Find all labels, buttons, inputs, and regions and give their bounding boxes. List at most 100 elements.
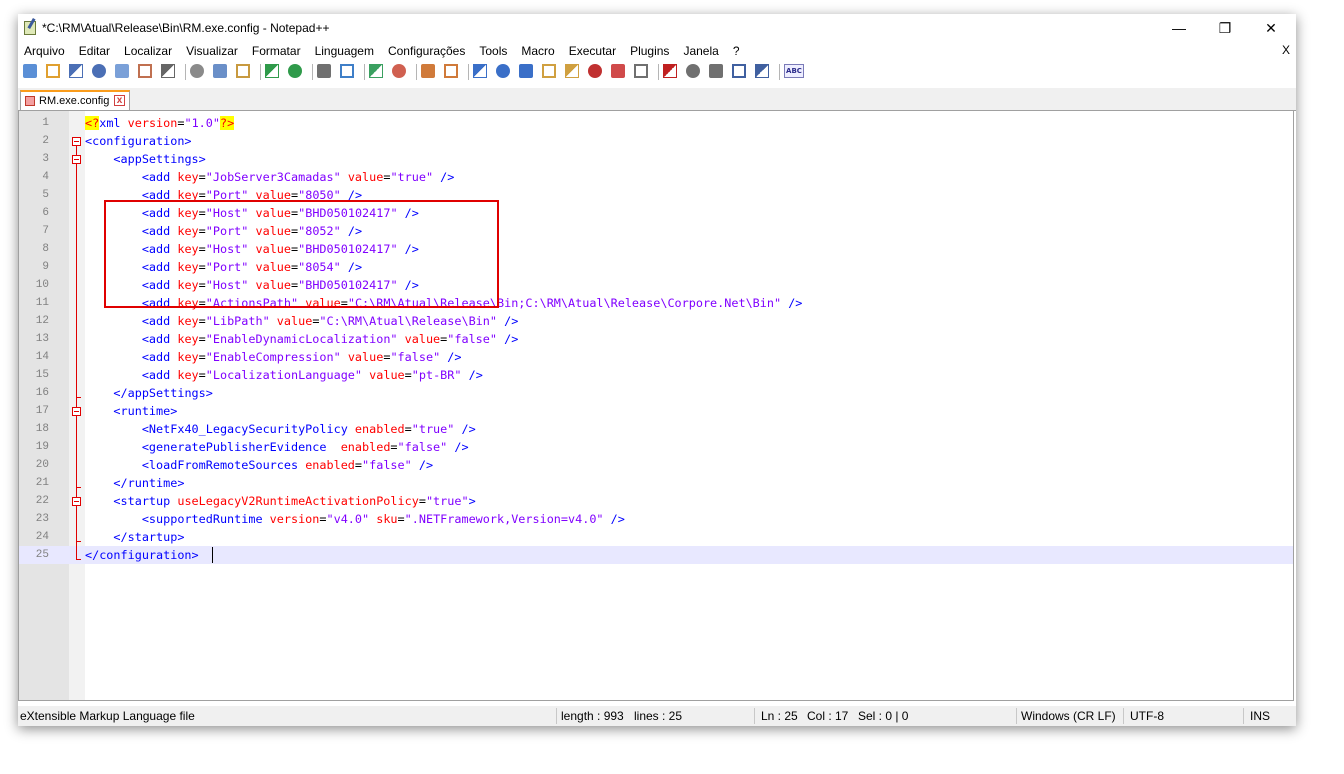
- menu-item[interactable]: Editar: [79, 42, 110, 61]
- title-bar[interactable]: *C:\RM\Atual\Release\Bin\RM.exe.config -…: [18, 14, 1296, 42]
- tab-rm-exe-config[interactable]: RM.exe.config x: [20, 90, 130, 110]
- code-token: =: [198, 314, 206, 328]
- menu-item[interactable]: Configurações: [388, 42, 465, 61]
- menu-item[interactable]: Linguagem: [315, 42, 374, 61]
- code-line[interactable]: 15 <add key="LocalizationLanguage" value…: [19, 366, 1293, 384]
- menu-item[interactable]: Macro: [521, 42, 554, 61]
- code-line[interactable]: 18 <NetFx40_LegacySecurityPolicy enabled…: [19, 420, 1293, 438]
- doc-map-icon[interactable]: [565, 64, 579, 78]
- menu-item[interactable]: ?: [733, 42, 740, 61]
- menu-item[interactable]: Visualizar: [186, 42, 238, 61]
- code-line[interactable]: 22 <startup useLegacyV2RuntimeActivation…: [19, 492, 1293, 510]
- indent-guide-icon[interactable]: [519, 64, 533, 78]
- code-token: value: [340, 170, 384, 184]
- menu-item[interactable]: Localizar: [124, 42, 172, 61]
- close-window-button[interactable]: ✕: [1248, 14, 1294, 42]
- menu-item[interactable]: Arquivo: [24, 42, 65, 61]
- code-line[interactable]: 20 <loadFromRemoteSources enabled="false…: [19, 456, 1293, 474]
- code-line[interactable]: 23 <supportedRuntime version="v4.0" sku=…: [19, 510, 1293, 528]
- zoom-in-icon[interactable]: [369, 64, 383, 78]
- folder-workspace-icon[interactable]: [611, 64, 625, 78]
- code-token: </configuration>: [85, 548, 199, 562]
- status-bar: eXtensible Markup Language file length :…: [18, 706, 1296, 726]
- replace-icon[interactable]: [340, 64, 354, 78]
- toolbar-separator: [364, 64, 365, 80]
- function-list-icon[interactable]: [588, 64, 602, 78]
- fold-toggle-appsettings[interactable]: [72, 155, 81, 164]
- print-icon[interactable]: [161, 64, 175, 78]
- code-line[interactable]: 4 <add key="JobServer3Camadas" value="tr…: [19, 168, 1293, 186]
- stop-record-icon[interactable]: [686, 64, 700, 78]
- minimize-button[interactable]: —: [1156, 14, 1202, 42]
- fold-toggle-startup[interactable]: [72, 497, 81, 506]
- record-macro-icon[interactable]: [663, 64, 677, 78]
- code-token: <add: [141, 170, 178, 184]
- code-token: <generatePublisherEvidence: [141, 440, 341, 454]
- open-file-icon[interactable]: [46, 64, 60, 78]
- close-icon[interactable]: [115, 64, 129, 78]
- find-icon[interactable]: [317, 64, 331, 78]
- menu-item[interactable]: Formatar: [252, 42, 301, 61]
- sync-vertical-icon[interactable]: [421, 64, 435, 78]
- lang-icon[interactable]: [542, 64, 556, 78]
- cut-icon[interactable]: [190, 64, 204, 78]
- code-line[interactable]: 21 </runtime>: [19, 474, 1293, 492]
- code-line[interactable]: 13 <add key="EnableDynamicLocalization" …: [19, 330, 1293, 348]
- sync-horizontal-icon[interactable]: [444, 64, 458, 78]
- play-macro-icon[interactable]: [709, 64, 723, 78]
- code-token: >: [468, 494, 476, 508]
- code-line[interactable]: 12 <add key="LibPath" value="C:\RM\Atual…: [19, 312, 1293, 330]
- code-line[interactable]: 24 </startup>: [19, 528, 1293, 546]
- code-token: </startup>: [113, 530, 185, 544]
- code-line[interactable]: 14 <add key="EnableCompression" value="f…: [19, 348, 1293, 366]
- tab-close-button[interactable]: x: [114, 95, 125, 106]
- code-line[interactable]: 25 </configuration>: [19, 546, 1293, 564]
- zoom-out-icon[interactable]: [392, 64, 406, 78]
- code-line[interactable]: 2 <configuration>: [19, 132, 1293, 150]
- code-token: sku: [369, 512, 398, 526]
- spell-check-icon[interactable]: ABC: [784, 64, 804, 78]
- code-token: />: [411, 458, 434, 472]
- save-macro-icon[interactable]: [755, 64, 769, 78]
- notepadpp-window: *C:\RM\Atual\Release\Bin\RM.exe.config -…: [18, 14, 1296, 726]
- code-line[interactable]: 16 </appSettings>: [19, 384, 1293, 402]
- line-number: 10: [35, 279, 49, 291]
- copy-icon[interactable]: [213, 64, 227, 78]
- code-editor[interactable]: 1 <?xml version="1.0"?> 2 <configuration> 3 …: [18, 111, 1294, 701]
- undo-icon[interactable]: [265, 64, 279, 78]
- code-token: "EnableCompression": [205, 350, 341, 364]
- save-icon[interactable]: [69, 64, 83, 78]
- toolbar-separator: [416, 64, 417, 80]
- code-token: ".NETFramework,Version=v4.0": [404, 512, 604, 526]
- new-file-icon[interactable]: [23, 64, 37, 78]
- close-document-button[interactable]: X: [1282, 43, 1290, 57]
- monitor-icon[interactable]: [634, 64, 648, 78]
- code-token: "false": [397, 440, 448, 454]
- menu-item[interactable]: Tools: [479, 42, 507, 61]
- code-text: <startup useLegacyV2RuntimeActivationPol…: [85, 492, 476, 510]
- code-token: />: [603, 512, 625, 526]
- word-wrap-icon[interactable]: [473, 64, 487, 78]
- code-line[interactable]: 19 <generatePublisherEvidence enabled="f…: [19, 438, 1293, 456]
- fold-toggle-configuration[interactable]: [72, 137, 81, 146]
- code-line[interactable]: 17 <runtime>: [19, 402, 1293, 420]
- menu-items: Arquivo Editar Localizar Visualizar Formatar…: [24, 42, 754, 61]
- redo-icon[interactable]: [288, 64, 302, 78]
- code-lines: 1 <?xml version="1.0"?> 2 <configuration> 3 …: [19, 114, 1293, 564]
- code-text: <appSettings>: [85, 150, 205, 168]
- code-token: "LocalizationLanguage": [205, 368, 363, 382]
- menu-item[interactable]: Janela: [683, 42, 718, 61]
- restore-button[interactable]: ❐: [1202, 14, 1248, 42]
- paste-icon[interactable]: [236, 64, 250, 78]
- code-token: />: [496, 332, 519, 346]
- close-all-icon[interactable]: [138, 64, 152, 78]
- code-line[interactable]: 1 <?xml version="1.0"?>: [19, 114, 1293, 132]
- run-macro-multiple-icon[interactable]: [732, 64, 746, 78]
- fold-toggle-runtime[interactable]: [72, 407, 81, 416]
- code-line[interactable]: 3 <appSettings>: [19, 150, 1293, 168]
- save-all-icon[interactable]: [92, 64, 106, 78]
- show-all-chars-icon[interactable]: [496, 64, 510, 78]
- menu-item[interactable]: Plugins: [630, 42, 669, 61]
- menu-item[interactable]: Executar: [569, 42, 616, 61]
